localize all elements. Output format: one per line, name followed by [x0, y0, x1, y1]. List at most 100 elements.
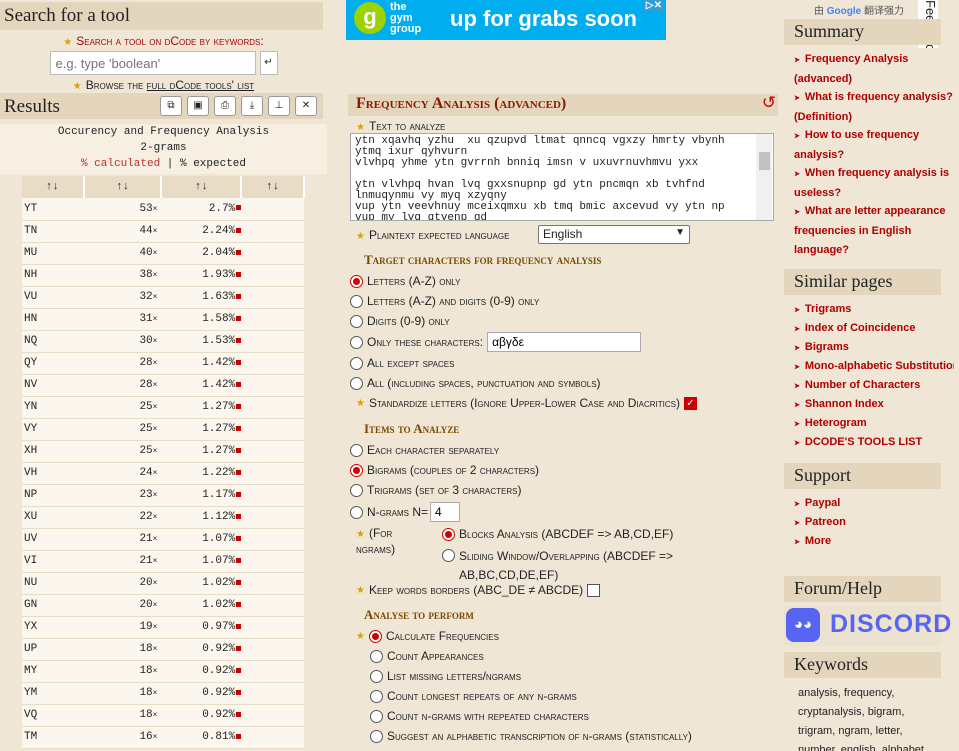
support-link-paypal[interactable]: ➤ Paypal [794, 494, 954, 514]
radio-selected[interactable] [350, 274, 363, 288]
percent-cell: 1.12% [161, 506, 242, 529]
times-symbol: × [152, 689, 158, 698]
print-icon[interactable]: ⎙ [214, 96, 236, 116]
checkbox[interactable] [587, 583, 601, 597]
analyse-option-calc[interactable]: ★ Calculate Frequencies [356, 629, 499, 643]
percent-value: 0.81% [202, 731, 236, 743]
ad-banner[interactable]: g the gym group up for grabs soon ▷✕ [346, 0, 666, 40]
keep-borders-option[interactable]: ★ Keep words borders (ABC_DE ≠ ABCDE) [356, 583, 601, 597]
close-icon[interactable]: ✕ [295, 96, 317, 116]
radio[interactable] [370, 649, 383, 663]
table-row: VY 25× 1.27% [22, 418, 304, 441]
count-value: 32 [139, 291, 153, 303]
summary-link-3[interactable]: ➤ When frequency analysis is useless? [794, 164, 954, 202]
radio[interactable] [350, 376, 363, 390]
radio[interactable] [350, 443, 363, 457]
support-link-more[interactable]: ➤ More [794, 532, 954, 552]
target-option-digits[interactable]: Digits (0-9) only [350, 314, 450, 328]
radio-selected[interactable] [350, 463, 363, 477]
similar-link-7[interactable]: ➤ DCODE'S TOOLS LIST [794, 433, 954, 453]
ngram-n-input[interactable] [430, 502, 461, 522]
radio[interactable] [370, 729, 383, 743]
sort-expected-icon[interactable]: ↑↓ [241, 176, 305, 198]
textarea-scrollbar[interactable] [756, 134, 772, 220]
summary-link-2[interactable]: ➤ How to use frequency analysis? [794, 126, 954, 165]
item-option-trigrams[interactable]: Trigrams (set of 3 characters) [350, 483, 521, 497]
search-input[interactable] [49, 51, 256, 75]
radio[interactable] [442, 549, 455, 562]
percent-cell: 1.27% [161, 440, 242, 463]
radio[interactable] [350, 483, 363, 497]
target-option-letters[interactable]: Letters (A-Z) only [350, 274, 460, 288]
browse-full-list-link[interactable]: full dCode tools' list [147, 78, 255, 92]
option-label: List missing letters/ngrams [387, 669, 522, 683]
copy-icon[interactable]: ⧉ [160, 96, 182, 116]
analyse-option-repeated-chars[interactable]: Count n-grams with repeated characters [370, 709, 589, 723]
search-submit-icon[interactable]: ↵ [259, 51, 278, 75]
ngram-cell: VH [22, 462, 84, 485]
scrollbar-thumb[interactable] [759, 152, 770, 170]
similar-link-1[interactable]: ➤ Index of Coincidence [794, 319, 954, 339]
sort-count-icon[interactable]: ↑↓ [83, 176, 163, 198]
percent-cell: 1.58% [161, 308, 242, 331]
target-option-only-chars[interactable]: Only these characters: [350, 332, 642, 352]
support-link-patreon[interactable]: ➤ Patreon [794, 513, 954, 533]
radio[interactable] [350, 294, 363, 308]
item-option-bigrams[interactable]: Bigrams (couples of 2 characters) [350, 463, 539, 477]
similar-link-4[interactable]: ➤ Number of Characters [794, 376, 954, 396]
result-header: Occurency and Frequency Analysis 2-grams… [0, 124, 327, 174]
only-chars-input[interactable] [487, 332, 642, 352]
checkbox-checked[interactable]: ✓ [683, 396, 697, 410]
similar-link-3[interactable]: ➤ Mono-alphabetic Substitution [794, 357, 954, 377]
language-select[interactable]: English ▼ [538, 225, 690, 244]
radio[interactable] [350, 505, 363, 519]
pin-icon[interactable]: ⊥ [268, 96, 290, 116]
blocks-option[interactable]: Blocks Analysis (ABCDEF => AB,CD,EF) [442, 527, 673, 541]
sort-ngram-icon[interactable]: ↑↓ [22, 176, 85, 198]
item-option-each-char[interactable]: Each character separately [350, 443, 499, 457]
summary-link-4[interactable]: ➤ What are letter appearance frequencies … [794, 202, 954, 259]
similar-link-2[interactable]: ➤ Bigrams [794, 338, 954, 358]
option-label: Standardize letters (Ignore Upper-Lower … [368, 396, 680, 410]
table-row: TM 16× 0.81% [22, 726, 304, 749]
radio[interactable] [350, 356, 363, 370]
radio[interactable] [370, 669, 383, 683]
similar-link-6[interactable]: ➤ Heterogram [794, 414, 954, 434]
target-option-all[interactable]: All (including spaces, punctuation and s… [350, 376, 601, 390]
count-value: 28 [139, 379, 153, 391]
radio[interactable] [350, 335, 363, 349]
summary-link-0[interactable]: ➤ Frequency Analysis (advanced) [794, 50, 954, 89]
search-box: ★Search a tool on dCode by keywords: ↵ ★… [0, 34, 327, 92]
ad-close-icon[interactable]: ▷✕ [643, 0, 664, 11]
google-translate-badge[interactable]: 由 Google 翻译强力 [814, 2, 904, 17]
reset-icon[interactable]: ↺ [762, 93, 776, 113]
sliding-option[interactable]: Sliding Window/Overlapping (ABCDEF => AB… [442, 547, 673, 585]
analyse-option-transcription[interactable]: Suggest an alphabetic transcription of n… [370, 729, 692, 743]
analyse-option-missing[interactable]: List missing letters/ngrams [370, 669, 521, 683]
save-icon[interactable]: ▣ [187, 96, 209, 116]
count-cell: 16× [83, 726, 162, 749]
download-icon[interactable]: ⤓ [241, 96, 263, 116]
similar-link-0[interactable]: ➤ Trigrams [794, 300, 954, 320]
radio-selected[interactable] [368, 629, 382, 643]
cipher-textarea[interactable]: ytn xqavhq yzhu xu qzupvd ltmat qnncq vg… [350, 133, 774, 221]
expected-cell [241, 418, 304, 441]
target-option-except-spaces[interactable]: All except spaces [350, 356, 454, 370]
radio-selected[interactable] [442, 527, 455, 541]
times-symbol: × [152, 447, 158, 456]
discord-link[interactable]: ◕◕ DISCORD [784, 606, 951, 646]
standardize-option[interactable]: ★ Standardize letters (Ignore Upper-Lower… [356, 396, 697, 410]
chevron-down-icon: ▼ [675, 227, 685, 238]
radio[interactable] [370, 689, 383, 703]
radio[interactable] [350, 314, 363, 328]
similar-link-5[interactable]: ➤ Shannon Index [794, 395, 954, 415]
analyse-option-repeats[interactable]: Count longest repeats of any n-grams [370, 689, 577, 703]
radio[interactable] [370, 709, 383, 723]
summary-link-1[interactable]: ➤ What is frequency analysis? (Definition… [794, 88, 954, 126]
times-symbol: × [152, 227, 158, 236]
analyse-option-count[interactable]: Count Appearances [370, 649, 484, 663]
target-option-letters-digits[interactable]: Letters (A-Z) and digits (0-9) only [350, 294, 539, 308]
item-option-ngrams[interactable]: N-grams N= [350, 502, 461, 522]
sort-percent-icon[interactable]: ↑↓ [161, 176, 243, 198]
link-text: What is frequency analysis? (Definition) [794, 91, 953, 123]
